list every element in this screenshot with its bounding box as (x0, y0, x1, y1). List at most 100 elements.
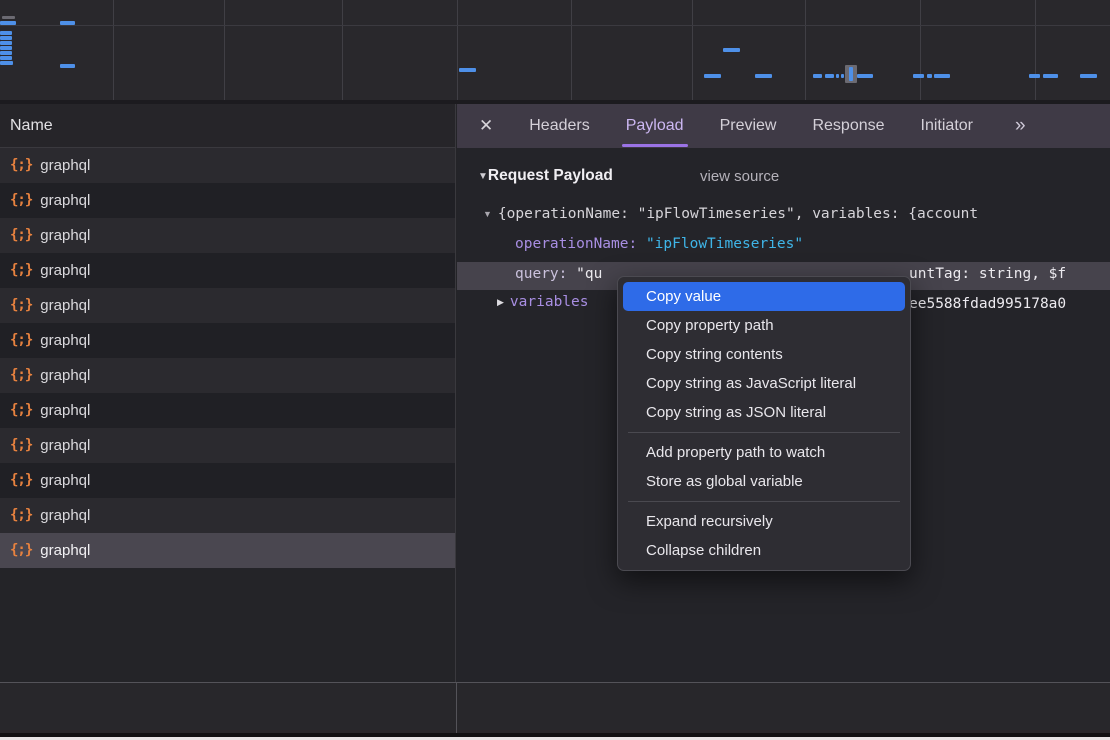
json-fetch-icon: {;} (10, 288, 32, 323)
timeline-gridline (0, 25, 1110, 26)
menu-item-copy-string-as-json-literal[interactable]: Copy string as JSON literal (618, 398, 910, 427)
timeline-request-bar[interactable] (2, 16, 15, 19)
timeline-request-bar[interactable] (60, 21, 75, 25)
menu-separator (628, 501, 900, 502)
request-name-label: graphql (40, 218, 90, 253)
request-row[interactable]: {;}graphql (0, 533, 455, 568)
property-value-fragment: "qu (576, 266, 602, 282)
timeline-request-bar[interactable] (60, 64, 75, 68)
menu-item-copy-property-path[interactable]: Copy property path (618, 311, 910, 340)
timeline-request-bar[interactable] (0, 46, 12, 50)
query-value-right-fragment: untTag: string, $f (909, 266, 1066, 282)
request-name-label: graphql (40, 288, 90, 323)
request-row[interactable]: {;} graphql (0, 288, 455, 323)
footer-area (0, 683, 1110, 733)
timeline-request-bar[interactable] (0, 41, 12, 45)
menu-item-collapse-children[interactable]: Collapse children (618, 536, 910, 565)
close-icon[interactable]: ✕ (479, 116, 493, 136)
request-row[interactable]: {;}graphql (0, 323, 455, 358)
menu-item-expand-recursively[interactable]: Expand recursively (618, 507, 910, 536)
request-row[interactable]: {;}graphql (0, 148, 455, 183)
timeline-gridline (342, 0, 343, 100)
timeline-gridline (920, 0, 921, 100)
request-name-label: graphql (40, 323, 90, 358)
menu-item-add-property-path-to-watch[interactable]: Add property path to watch (618, 438, 910, 467)
timeline-request-bar[interactable] (0, 31, 12, 35)
tab-headers[interactable]: Headers (529, 104, 589, 148)
timeline-request-bar[interactable] (723, 48, 740, 52)
timeline-request-bar[interactable] (755, 74, 772, 78)
payload-root-row[interactable]: ▼{operationName: "ipFlowTimeseries", var… (483, 206, 1110, 222)
menu-item-copy-string-as-javascript-literal[interactable]: Copy string as JavaScript literal (618, 369, 910, 398)
variables-value-right-fragment: ee5588fdad995178a0 (909, 296, 1066, 312)
tab-initiator[interactable]: Initiator (921, 104, 973, 148)
timeline-request-bar[interactable] (0, 21, 16, 25)
timeline-request-bar[interactable] (1029, 74, 1040, 78)
timeline-request-bar[interactable] (704, 74, 721, 78)
timeline-request-bar[interactable] (849, 67, 853, 81)
request-row[interactable]: {;} graphql (0, 253, 455, 288)
view-source-link[interactable]: view source (700, 168, 779, 185)
detail-tabs: Headers Payload Preview Response Initiator (529, 104, 973, 148)
timeline-request-bar[interactable] (0, 61, 13, 65)
request-row[interactable]: {;}graphql (0, 428, 455, 463)
timeline-request-bar[interactable] (459, 68, 476, 72)
tab-preview[interactable]: Preview (720, 104, 777, 148)
more-tabs-icon[interactable]: » (1015, 115, 1026, 137)
property-key: operationName: (515, 236, 637, 252)
timeline-request-bar[interactable] (857, 74, 873, 78)
timeline-request-bar[interactable] (836, 74, 839, 78)
timeline-request-bar[interactable] (934, 74, 950, 78)
timeline-request-bar[interactable] (0, 36, 12, 40)
timeline-request-bar[interactable] (0, 56, 12, 60)
timeline-request-bar[interactable] (927, 74, 932, 78)
request-row[interactable]: {;} graphql (0, 463, 455, 498)
timeline-request-bar[interactable] (1080, 74, 1097, 78)
request-payload-title: Request Payload (488, 167, 613, 184)
timeline-gridline (224, 0, 225, 100)
name-column-header[interactable]: Name (0, 104, 455, 148)
request-row[interactable]: {;}graphql (0, 218, 455, 253)
json-fetch-icon: {;} (10, 463, 32, 498)
request-payload-section-header[interactable]: ▼Request Payload (478, 167, 613, 185)
payload-operationname-row[interactable]: operationName: "ipFlowTimeseries" (515, 236, 1110, 252)
request-name-label: graphql (40, 393, 90, 428)
timeline-request-bar[interactable] (1043, 74, 1058, 78)
timeline-request-bar[interactable] (841, 74, 844, 78)
request-name-label: graphql (40, 253, 90, 288)
expanded-triangle-icon[interactable]: ▼ (483, 209, 492, 219)
json-fetch-icon: {;} (10, 253, 32, 288)
json-fetch-icon: {;} (10, 428, 32, 463)
json-fetch-icon: {;} (10, 358, 32, 393)
request-row[interactable]: {;} graphql (0, 358, 455, 393)
timeline-request-bar[interactable] (0, 51, 12, 55)
tab-payload[interactable]: Payload (626, 104, 684, 148)
devtools-network-window: Name {;} graphql {;} graphql {;} graphql {;} gr… (0, 0, 1110, 740)
timeline-gridline (571, 0, 572, 100)
menu-item-store-as-global-variable[interactable]: Store as global variable (618, 467, 910, 496)
detail-tabbar: ✕ Headers Payload Preview Response Initiator… (457, 104, 1110, 148)
request-name-label: graphql (40, 463, 90, 498)
request-row[interactable]: {;}graphql (0, 393, 455, 428)
timeline-request-bar[interactable] (913, 74, 924, 78)
request-row[interactable]: {;}graphql (0, 498, 455, 533)
collapsed-triangle-icon[interactable]: ▶ (497, 297, 504, 307)
timeline-gridline (692, 0, 693, 100)
json-fetch-icon: {;} (10, 498, 32, 533)
context-menu: Copy valueCopy property pathCopy string … (617, 276, 911, 571)
property-key: query: (515, 266, 567, 282)
network-overview-timeline[interactable] (0, 0, 1110, 104)
json-fetch-icon: {;} (10, 148, 32, 183)
json-fetch-icon: {;} (10, 183, 32, 218)
timeline-request-bar[interactable] (825, 74, 834, 78)
menu-item-copy-string-contents[interactable]: Copy string contents (618, 340, 910, 369)
timeline-gridline (1035, 0, 1036, 100)
timeline-request-bar[interactable] (813, 74, 822, 78)
timeline-gridline (457, 0, 458, 100)
timeline-gridline (805, 0, 806, 100)
request-name-label: graphql (40, 358, 90, 393)
tab-response[interactable]: Response (812, 104, 884, 148)
footer-panel-divider (456, 683, 457, 733)
menu-item-copy-value[interactable]: Copy value (623, 282, 905, 311)
request-row[interactable]: {;}graphql (0, 183, 455, 218)
